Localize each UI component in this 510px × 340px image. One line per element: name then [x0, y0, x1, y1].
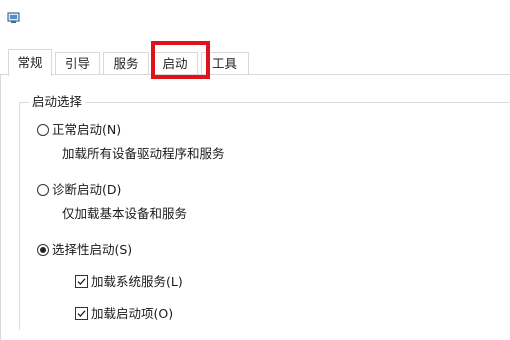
- selective-startup-label: 选择性启动(S): [52, 242, 133, 257]
- tab-services[interactable]: 服务: [103, 52, 149, 74]
- load-startup-items-checkbox[interactable]: [75, 307, 88, 320]
- load-system-services-option[interactable]: 加载系统服务(L): [75, 274, 183, 290]
- normal-startup-label: 正常启动(N): [52, 122, 122, 137]
- diagnostic-startup-description: 仅加载基本设备和服务: [62, 206, 188, 221]
- normal-startup-description: 加载所有设备驱动程序和服务: [62, 146, 225, 161]
- normal-startup-radio[interactable]: [37, 124, 49, 136]
- normal-startup-option[interactable]: 正常启动(N): [37, 122, 121, 138]
- load-system-services-label: 加载系统服务(L): [91, 274, 183, 289]
- diagnostic-startup-radio[interactable]: [37, 184, 49, 196]
- load-startup-items-label: 加载启动项(O): [91, 306, 174, 321]
- selective-startup-option[interactable]: 选择性启动(S): [37, 242, 132, 258]
- tab-general[interactable]: 常规: [8, 49, 52, 76]
- selective-startup-radio[interactable]: [37, 244, 49, 256]
- panel-border: [0, 75, 1, 340]
- load-system-services-checkbox[interactable]: [75, 275, 88, 288]
- tab-tools[interactable]: 工具: [201, 52, 249, 74]
- group-legend: 启动选择: [29, 94, 86, 110]
- tab-startup[interactable]: 启动: [152, 52, 198, 74]
- diagnostic-startup-option[interactable]: 诊断启动(D): [37, 182, 121, 198]
- load-startup-items-option[interactable]: 加载启动项(O): [75, 306, 173, 322]
- diagnostic-startup-label: 诊断启动(D): [52, 182, 122, 197]
- system-config-icon: [7, 12, 21, 24]
- tab-boot[interactable]: 引导: [55, 52, 100, 74]
